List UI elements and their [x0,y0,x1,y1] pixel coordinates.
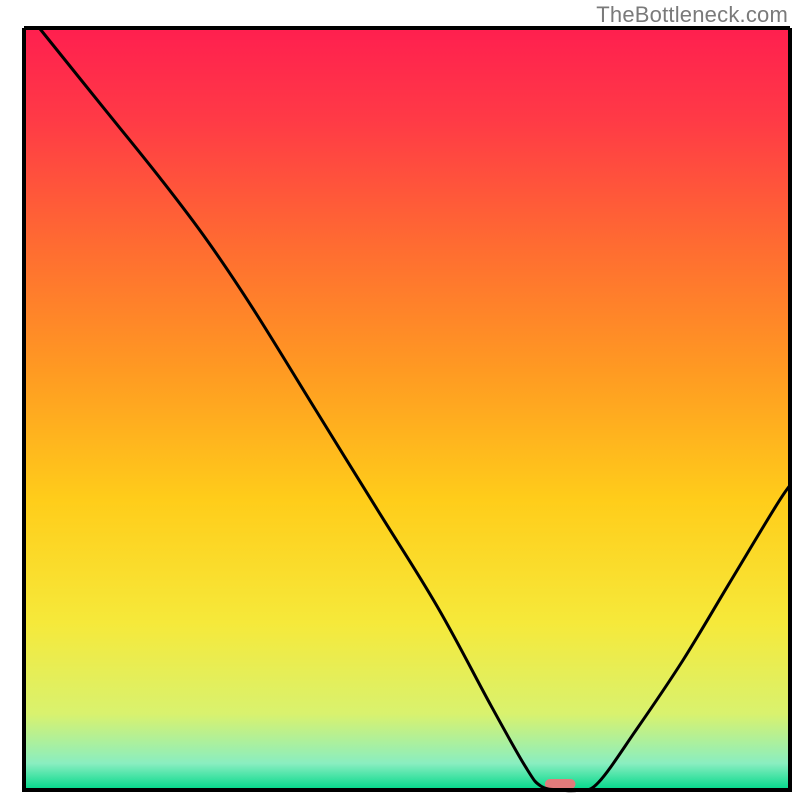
chart-frame: TheBottleneck.com [0,0,800,800]
gradient-background [24,28,790,790]
optimal-marker [545,779,576,789]
chart-canvas [0,0,800,800]
